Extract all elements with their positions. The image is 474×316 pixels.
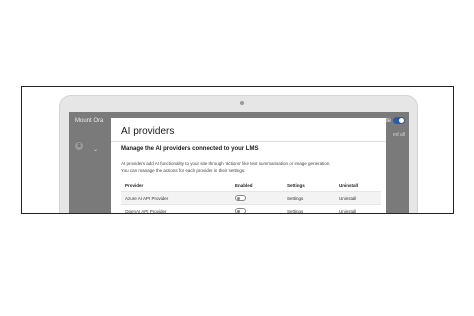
camera-icon	[240, 101, 244, 105]
laptop-screen: Mount Ora ≡ ⌄ de ed all AI providers Man…	[69, 112, 409, 214]
table-header: Provider Enabled Settings Uninstall	[121, 179, 381, 192]
settings-link[interactable]: Settings	[287, 209, 303, 213]
provider-name: Azure AI API Provider	[125, 196, 169, 201]
menu-icon[interactable]: ≡	[75, 142, 83, 150]
column-header-provider: Provider	[125, 183, 144, 188]
column-header-settings: Settings	[287, 183, 305, 188]
table-row: Azure AI API Provider Settings Uninstall	[121, 192, 381, 205]
uninstall-link[interactable]: Uninstall	[339, 209, 356, 213]
ai-providers-modal: AI providers Manage the AI providers con…	[111, 118, 386, 214]
providers-table: Provider Enabled Settings Uninstall Azur…	[121, 179, 381, 214]
site-title: Mount Ora	[75, 118, 104, 124]
table-row: OpenAI API Provider Settings Uninstall	[121, 205, 381, 214]
modal-subtitle: Manage the AI providers connected to you…	[121, 146, 259, 152]
description-line: AI providers add AI functionality to you…	[121, 161, 331, 166]
column-header-enabled: Enabled	[235, 183, 253, 188]
divider	[111, 141, 386, 142]
chevron-down-icon[interactable]: ⌄	[93, 146, 98, 153]
enabled-toggle[interactable]	[235, 208, 246, 213]
column-header-uninstall: Uninstall	[339, 183, 359, 188]
edit-mode-toggle[interactable]	[393, 117, 405, 124]
uninstall-link[interactable]: Uninstall	[339, 196, 356, 201]
image-frame: Mount Ora ≡ ⌄ de ed all AI providers Man…	[21, 86, 454, 214]
settings-link[interactable]: Settings	[287, 196, 303, 201]
enabled-toggle[interactable]	[235, 195, 246, 201]
description-line: You can manage the actions for each prov…	[121, 168, 246, 173]
provider-name: OpenAI API Provider	[125, 209, 167, 214]
header-link[interactable]: ed all	[393, 132, 405, 138]
modal-title: AI providers	[121, 126, 175, 137]
